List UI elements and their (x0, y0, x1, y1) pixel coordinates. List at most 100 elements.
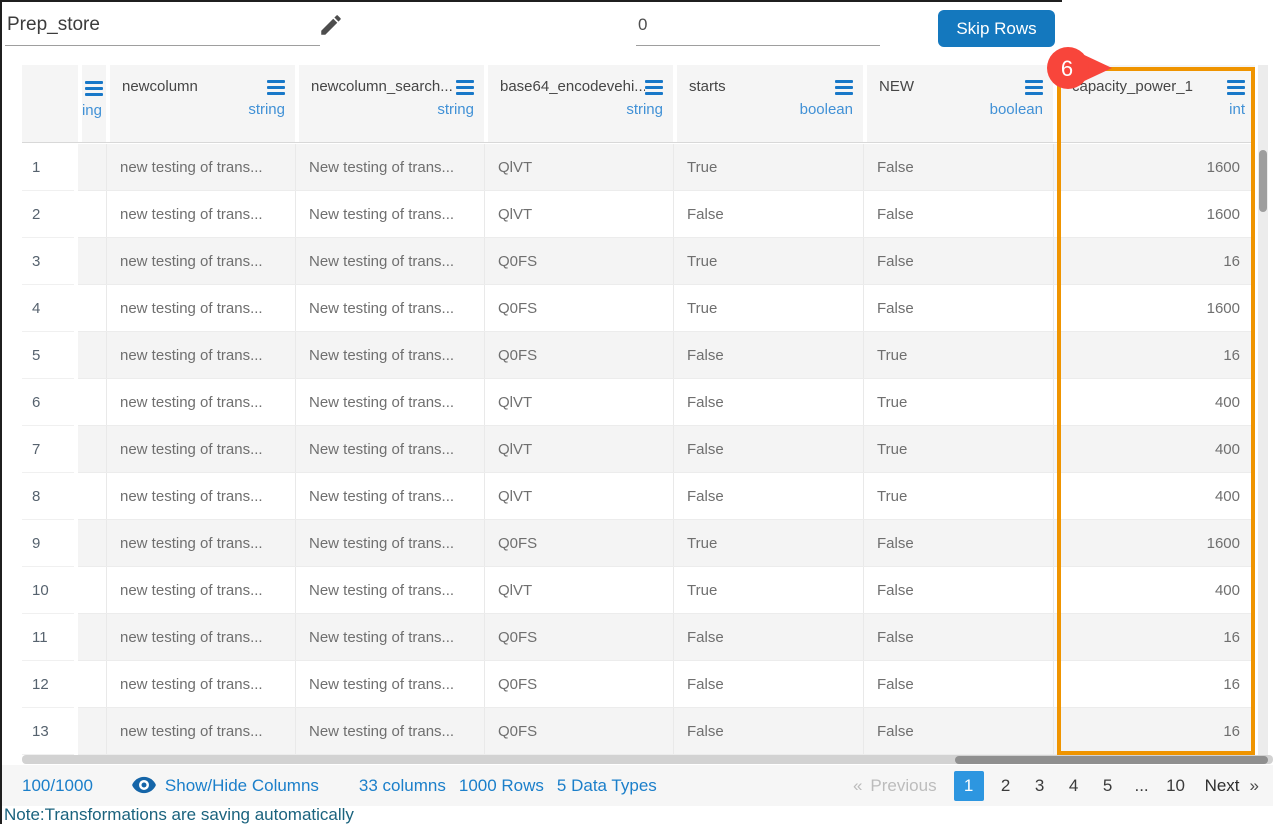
cell: new testing of trans... (106, 661, 295, 707)
next-chevron-icon[interactable]: » (1250, 776, 1259, 796)
table-header: ing newcolumnstringnewcolumn_search...st… (22, 65, 1255, 143)
column-header-base64_encodevehi: base64_encodevehi...string (488, 65, 673, 142)
clipped-cell (78, 379, 106, 425)
column-header-starts: startsboolean (677, 65, 863, 142)
table-row: 9new testing of trans...New testing of t… (22, 520, 1255, 567)
cell: 16 (1053, 661, 1255, 707)
table-row: 6new testing of trans...New testing of t… (22, 379, 1255, 426)
row-number: 13 (22, 708, 74, 755)
table-row: 13 new testing of trans...New testing of … (22, 708, 1255, 755)
table-row: 7new testing of trans...New testing of t… (22, 426, 1255, 473)
skip-rows-input[interactable] (636, 10, 880, 46)
horizontal-scrollbar-thumb[interactable] (955, 756, 1268, 764)
row-number: 2 (22, 191, 74, 238)
column-menu-icon[interactable] (1227, 78, 1245, 98)
cell: QlVT (484, 426, 673, 472)
row-number: 9 (22, 520, 74, 567)
clipped-cell (78, 708, 106, 754)
cell: new testing of trans... (106, 426, 295, 472)
pencil-icon (318, 12, 344, 38)
cell: new testing of trans... (106, 473, 295, 519)
autosave-note: Note:Transformations are saving automati… (4, 805, 354, 825)
cell: 16 (1053, 332, 1255, 378)
cell: New testing of trans... (295, 567, 484, 613)
cell: False (673, 473, 863, 519)
page-button-5[interactable]: 5 (1095, 776, 1121, 796)
column-menu-icon[interactable] (835, 78, 853, 98)
page-button-3[interactable]: 3 (1027, 776, 1053, 796)
cell: New testing of trans... (295, 238, 484, 284)
cell: False (673, 661, 863, 707)
vertical-scrollbar-thumb[interactable] (1259, 150, 1267, 212)
page-button-2[interactable]: 2 (993, 776, 1019, 796)
cell: False (673, 708, 863, 754)
cell: 16 (1053, 708, 1255, 754)
table-row: 4new testing of trans...New testing of t… (22, 285, 1255, 332)
previous-chevron-icon[interactable]: « (853, 776, 862, 796)
column-header-newcolumn_search: newcolumn_search...string (299, 65, 484, 142)
columns-count-link[interactable]: 33 columns (359, 776, 446, 796)
cell: 400 (1053, 426, 1255, 472)
row-number: 11 (22, 614, 74, 661)
clipped-cell (78, 473, 106, 519)
page-button-1[interactable]: 1 (954, 771, 984, 801)
clipped-cell (78, 661, 106, 707)
table-row: 10new testing of trans...New testing of … (22, 567, 1255, 614)
row-number: 10 (22, 567, 74, 614)
cell: 1600 (1053, 520, 1255, 566)
clipped-cell (78, 191, 106, 237)
cell: New testing of trans... (295, 520, 484, 566)
edit-name-button[interactable] (316, 11, 346, 41)
page-button-10[interactable]: 10 (1163, 776, 1189, 796)
page-ellipsis[interactable]: ... (1129, 776, 1155, 796)
column-menu-icon[interactable] (1025, 78, 1043, 98)
clipped-cell (78, 614, 106, 660)
cell: False (673, 614, 863, 660)
data-types-link[interactable]: 5 Data Types (557, 776, 657, 796)
clipped-column-header: ing (82, 65, 106, 142)
cell: New testing of trans... (295, 708, 484, 754)
column-type: string (500, 101, 663, 118)
clipped-cell (78, 332, 106, 378)
column-menu-icon[interactable] (456, 78, 474, 98)
cell: False (863, 520, 1053, 566)
clipped-cell (78, 144, 106, 190)
clipped-cell (78, 426, 106, 472)
row-number: 6 (22, 379, 74, 426)
rows-count-link[interactable]: 1000 Rows (459, 776, 544, 796)
page-list: 12345... 10 (949, 771, 1193, 801)
cell: QlVT (484, 567, 673, 613)
cell: New testing of trans... (295, 426, 484, 472)
cell: 1600 (1053, 285, 1255, 331)
show-hide-columns-button[interactable]: Show/Hide Columns (131, 776, 319, 796)
row-number: 4 (22, 285, 74, 332)
table-row: 3new testing of trans...New testing of t… (22, 238, 1255, 285)
table-row: 12new testing of trans...New testing of … (22, 661, 1255, 708)
column-menu-icon[interactable] (645, 78, 663, 98)
column-name: base64_encodevehi... (500, 78, 645, 95)
cell: True (673, 567, 863, 613)
cell: 400 (1053, 567, 1255, 613)
cell: new testing of trans... (106, 708, 295, 754)
cell: True (863, 426, 1053, 472)
column-menu-icon[interactable] (85, 79, 103, 99)
next-page-button[interactable]: Next (1205, 776, 1240, 796)
previous-page-button[interactable]: Previous (870, 776, 936, 796)
column-menu-icon[interactable] (267, 78, 285, 98)
cell: 400 (1053, 473, 1255, 519)
dataset-name-input[interactable] (5, 10, 320, 46)
column-type: string (122, 101, 285, 118)
column-type: boolean (689, 101, 853, 118)
skip-rows-button[interactable]: Skip Rows (938, 10, 1055, 47)
cell: new testing of trans... (106, 238, 295, 284)
footer-bar: 100/1000 Show/Hide Columns 33 columns 10… (2, 765, 1273, 806)
row-number: 8 (22, 473, 74, 520)
show-hide-columns-label: Show/Hide Columns (165, 776, 319, 796)
column-header-NEW: NEWboolean (867, 65, 1053, 142)
column-name: capacity_power_1 (1072, 78, 1193, 95)
cell: False (673, 332, 863, 378)
page-button-4[interactable]: 4 (1061, 776, 1087, 796)
cell: True (673, 520, 863, 566)
window-top-edge (0, 0, 1062, 2)
cell: 1600 (1053, 144, 1255, 190)
